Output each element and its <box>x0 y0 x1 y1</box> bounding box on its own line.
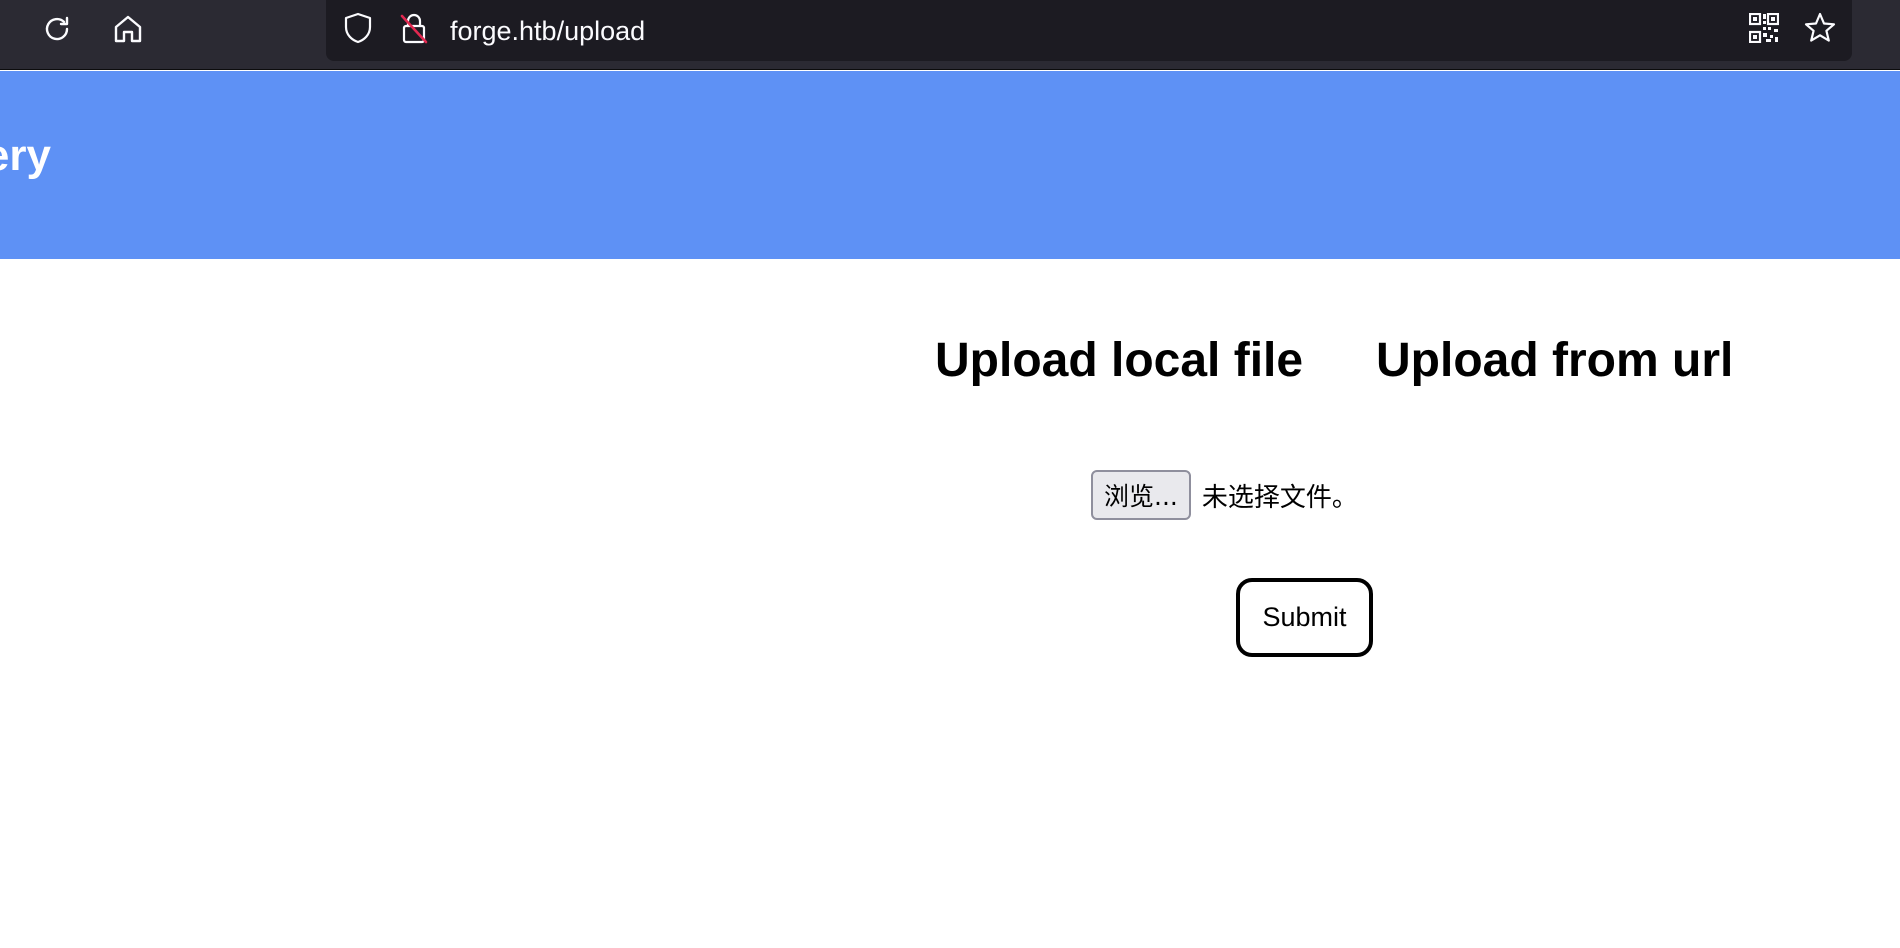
tab-upload-from-url[interactable]: Upload from url <box>1376 330 1733 392</box>
browse-button[interactable]: 浏览... <box>1091 470 1191 520</box>
address-bar[interactable]: forge.htb/upload <box>326 0 1852 61</box>
tab-upload-local-file[interactable]: Upload local file <box>935 330 1303 392</box>
qr-code-icon <box>1748 12 1780 48</box>
site-title: ery <box>0 131 51 180</box>
file-status-text: 未选择文件。 <box>1201 482 1358 513</box>
reload-button[interactable] <box>36 10 78 52</box>
star-icon <box>1803 11 1837 50</box>
bookmark-button[interactable] <box>1802 12 1838 48</box>
shield-icon <box>343 12 373 49</box>
submit-button[interactable]: Submit <box>1236 578 1373 657</box>
home-icon <box>111 12 145 51</box>
reload-icon <box>41 13 73 50</box>
site-security-button[interactable] <box>396 12 432 48</box>
tracking-protection-button[interactable] <box>340 12 376 48</box>
browser-toolbar: forge.htb/upload <box>0 0 1900 70</box>
file-input[interactable]: 浏览... 未选择文件。 <box>1091 470 1358 520</box>
home-button[interactable] <box>107 10 149 52</box>
insecure-lock-icon <box>399 11 429 50</box>
site-header: ery <box>0 71 1900 259</box>
qr-code-button[interactable] <box>1746 12 1782 48</box>
url-text[interactable]: forge.htb/upload <box>450 15 645 47</box>
